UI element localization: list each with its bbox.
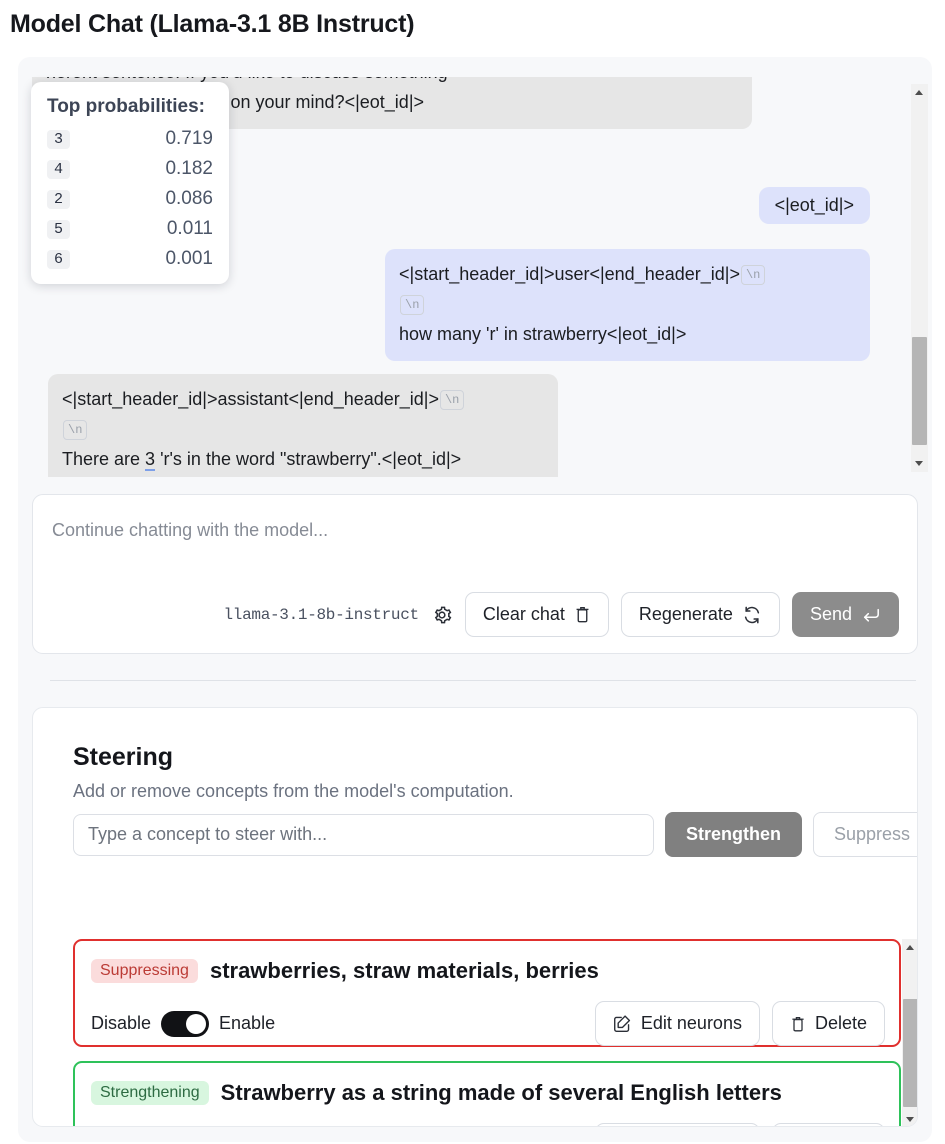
probability-token: 5 xyxy=(47,220,70,239)
steering-concept-input[interactable] xyxy=(73,814,654,856)
user-message-body: how many 'r' in strawberry<|eot_id|> xyxy=(399,324,686,344)
probability-value: 0.011 xyxy=(167,218,213,240)
probability-row: 4 0.182 xyxy=(47,158,213,180)
concept-name: Strawberry as a string made of several E… xyxy=(221,1080,782,1106)
chat-app-panel: herent sentence. If you'd like to discus… xyxy=(18,57,932,1142)
probability-value: 0.001 xyxy=(165,248,213,270)
probability-token: 4 xyxy=(47,160,70,179)
probability-row: 5 0.011 xyxy=(47,218,213,240)
probability-row: 3 0.719 xyxy=(47,128,213,150)
concept-card-suppressing[interactable]: Suppressing strawberries, straw material… xyxy=(73,939,901,1047)
probability-token: 3 xyxy=(47,130,70,149)
chat-composer[interactable]: Continue chatting with the model... llam… xyxy=(32,494,918,654)
concept-card-strengthening[interactable]: Strengthening Strawberry as a string mad… xyxy=(73,1061,901,1127)
probability-value: 0.719 xyxy=(165,128,213,150)
concept-footer: Disable Enable xyxy=(91,1123,885,1127)
clear-chat-label: Clear chat xyxy=(483,604,565,625)
steering-panel: Steering Add or remove concepts from the… xyxy=(32,707,918,1127)
scroll-up-arrow-icon[interactable] xyxy=(911,84,928,101)
enter-return-icon xyxy=(861,606,881,624)
edit-neurons-button[interactable]: Edit neurons xyxy=(595,1123,760,1127)
probability-token: 2 xyxy=(47,190,70,209)
probability-row: 6 0.001 xyxy=(47,248,213,270)
model-name-label: llama-3.1-8b-instruct xyxy=(223,606,418,624)
section-divider xyxy=(50,680,916,681)
concept-scrollbar-thumb[interactable] xyxy=(903,999,918,1107)
assistant-body-prefix: There are xyxy=(62,449,145,469)
concept-header: Suppressing strawberries, straw material… xyxy=(91,958,599,984)
status-badge: Strengthening xyxy=(91,1081,209,1105)
user-header-tokens: <|start_header_id|>user<|end_header_id|> xyxy=(399,264,740,284)
probability-token: 6 xyxy=(47,250,70,269)
send-label: Send xyxy=(810,604,852,625)
edit-neurons-button[interactable]: Edit neurons xyxy=(595,1001,760,1046)
newline-token: \n xyxy=(741,265,765,285)
concept-list-scrollbar[interactable] xyxy=(902,939,918,1127)
strengthen-button[interactable]: Strengthen xyxy=(665,812,802,857)
assistant-header-tokens: <|start_header_id|>assistant<|end_header… xyxy=(62,389,439,409)
page-title: Model Chat (Llama-3.1 8B Instruct) xyxy=(10,10,414,39)
chat-scrollbar-thumb[interactable] xyxy=(912,337,927,445)
hovered-token[interactable]: 3 xyxy=(145,449,155,471)
concept-actions: Edit neurons Delete xyxy=(595,1123,885,1127)
steering-subtitle: Add or remove concepts from the model's … xyxy=(73,781,514,802)
enable-toggle[interactable] xyxy=(161,1011,209,1037)
scroll-down-arrow-icon[interactable] xyxy=(902,1111,918,1127)
scroll-up-arrow-icon[interactable] xyxy=(902,939,918,956)
send-button[interactable]: Send xyxy=(792,592,899,637)
message-assistant: <|start_header_id|>assistant<|end_header… xyxy=(48,374,558,477)
newline-token: \n xyxy=(63,420,87,440)
gear-icon[interactable] xyxy=(431,604,453,626)
top-probabilities-tooltip: Top probabilities: 3 0.719 4 0.182 2 0.0… xyxy=(31,82,229,284)
app-root: Model Chat (Llama-3.1 8B Instruct) heren… xyxy=(0,0,945,1144)
pencil-square-icon xyxy=(613,1014,632,1033)
refresh-icon xyxy=(742,605,762,625)
edit-neurons-label: Edit neurons xyxy=(641,1013,742,1034)
concept-footer: Disable Enable xyxy=(91,1001,885,1046)
regenerate-label: Regenerate xyxy=(639,604,733,625)
clear-chat-button[interactable]: Clear chat xyxy=(465,592,609,637)
toggle-knob xyxy=(186,1014,206,1034)
steering-title: Steering xyxy=(73,743,173,772)
status-badge: Suppressing xyxy=(91,959,198,983)
newline-token: \n xyxy=(440,390,464,410)
regenerate-button[interactable]: Regenerate xyxy=(621,592,780,637)
delete-concept-button[interactable]: Delete xyxy=(772,1001,885,1046)
trash-icon xyxy=(574,605,591,624)
message-user: <|start_header_id|>user<|end_header_id|>… xyxy=(385,249,870,361)
assistant-body-suffix: 'r's in the word "strawberry".<|eot_id|> xyxy=(155,449,461,469)
chat-scrollbar[interactable] xyxy=(911,84,928,472)
probability-value: 0.086 xyxy=(165,188,213,210)
concept-header: Strengthening Strawberry as a string mad… xyxy=(91,1080,782,1106)
probability-row: 2 0.086 xyxy=(47,188,213,210)
probability-value: 0.182 xyxy=(165,158,213,180)
chat-input-placeholder[interactable]: Continue chatting with the model... xyxy=(52,520,328,541)
steering-controls: Strengthen Suppress xyxy=(73,812,918,857)
message-user-eot: <|eot_id|> xyxy=(759,187,870,224)
enable-toggle-group[interactable]: Disable Enable xyxy=(91,1011,275,1037)
trash-icon xyxy=(790,1015,806,1033)
concept-list[interactable]: Suppressing strawberries, straw material… xyxy=(73,939,918,1127)
delete-concept-button[interactable]: Delete xyxy=(772,1123,885,1127)
enable-label: Enable xyxy=(219,1013,275,1034)
scroll-down-arrow-icon[interactable] xyxy=(911,455,928,472)
top-probabilities-heading: Top probabilities: xyxy=(47,96,213,118)
concept-name: strawberries, straw materials, berries xyxy=(210,958,599,984)
concept-actions: Edit neurons Delete xyxy=(595,1001,885,1046)
newline-token: \n xyxy=(400,295,424,315)
disable-label: Disable xyxy=(91,1013,151,1034)
delete-label: Delete xyxy=(815,1013,867,1034)
suppress-button[interactable]: Suppress xyxy=(813,812,918,857)
composer-toolbar: llama-3.1-8b-instruct Clear chat xyxy=(223,592,899,637)
